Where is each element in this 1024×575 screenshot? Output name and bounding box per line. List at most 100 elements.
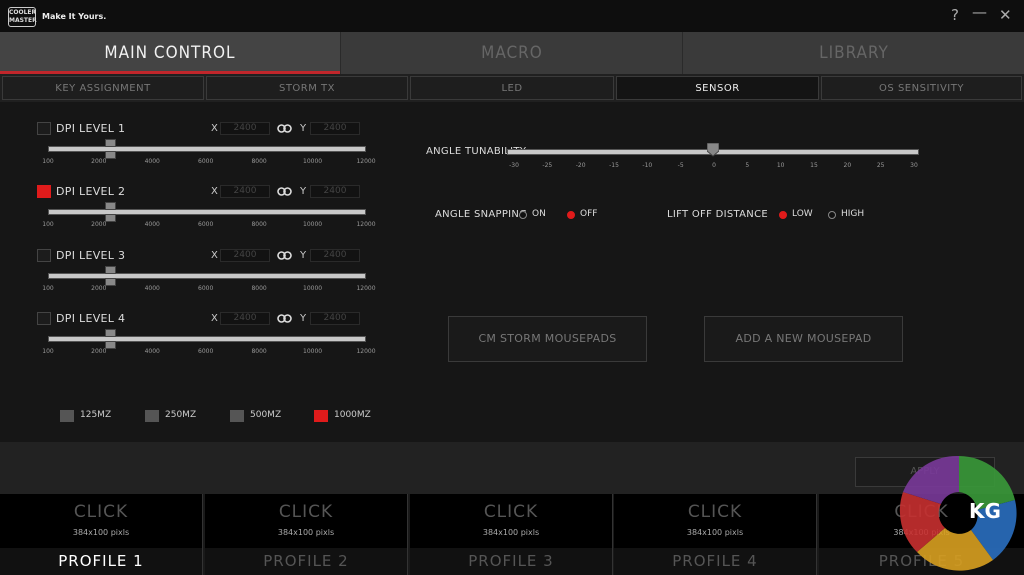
close-icon[interactable]: ✕ <box>999 6 1012 24</box>
kg-watermark-text: KG <box>969 499 1001 523</box>
dpi-level-checkbox[interactable] <box>37 185 51 198</box>
tab-library[interactable]: LIBRARY <box>684 32 1024 74</box>
lift-off-low-radio[interactable]: LOW <box>779 209 819 221</box>
tab-macro[interactable]: MACRO <box>342 32 683 74</box>
angle-tick-label: 5 <box>745 162 750 169</box>
dpi-slider-thumb[interactable] <box>105 266 117 286</box>
dpi-tick-label: 12000 <box>356 158 376 165</box>
title-bar: COOLER MASTER Make It Yours. ? — ✕ <box>0 0 1024 32</box>
dpi-level-checkbox[interactable] <box>37 122 51 135</box>
dpi-tick-label: 12000 <box>356 285 376 292</box>
polling-rate-500[interactable]: 500MZ <box>230 410 290 424</box>
dpi-level-row: DPI LEVEL 1 X 2400 Y 2400 100 2000 4000 600… <box>37 122 376 182</box>
dpi-x-input[interactable]: 2400 <box>220 312 270 325</box>
dpi-y-input[interactable]: 2400 <box>310 122 360 135</box>
dpi-level-row: DPI LEVEL 4 X 2400 Y 2400 100 2000 4000 600… <box>37 312 376 372</box>
dpi-tick-labels: 100 2000 4000 6000 8000 10000 12000 <box>42 348 375 356</box>
link-icon[interactable] <box>277 124 292 133</box>
dpi-tick-label: 2000 <box>91 348 107 355</box>
dpi-tick-label: 2000 <box>91 285 107 292</box>
dpi-y-input[interactable]: 2400 <box>310 185 360 198</box>
dpi-y-input[interactable]: 2400 <box>310 312 360 325</box>
radio-label: OFF <box>580 209 598 219</box>
dpi-slider-track[interactable] <box>48 273 366 279</box>
dpi-slider-track[interactable] <box>48 209 366 215</box>
polling-rate-label: 500MZ <box>250 410 282 420</box>
dpi-tick-label: 4000 <box>144 221 160 228</box>
angle-tunability-slider-thumb[interactable] <box>707 143 719 157</box>
dpi-slider-thumb[interactable] <box>105 139 117 159</box>
profile-image-placeholder: CLICK <box>278 502 334 522</box>
link-icon[interactable] <box>277 314 292 323</box>
y-axis-label: Y <box>300 250 307 261</box>
profile-slot-4[interactable]: CLICK 384x100 pixls PROFILE 4 <box>614 494 817 575</box>
angle-tick-label: -15 <box>609 162 619 169</box>
profile-slot-1[interactable]: CLICK 384x100 pixls PROFILE 1 <box>0 494 203 575</box>
subtab-led[interactable]: LED <box>410 76 614 100</box>
polling-rate-label: 1000MZ <box>334 410 371 420</box>
radio-label: HIGH <box>841 209 865 219</box>
dpi-x-input[interactable]: 2400 <box>220 122 270 135</box>
y-axis-label: Y <box>300 123 307 134</box>
x-axis-label: X <box>211 123 218 134</box>
angle-tick-label: -30 <box>509 162 519 169</box>
subtab-key-assignment[interactable]: KEY ASSIGNMENT <box>2 76 204 100</box>
dpi-tick-label: 100 <box>42 221 54 228</box>
angle-snapping-off-radio[interactable]: OFF <box>567 209 602 221</box>
dpi-tick-label: 4000 <box>144 285 160 292</box>
sub-tab-bar: KEY ASSIGNMENT STORM TX LED SENSOR OS SE… <box>0 74 1024 102</box>
dpi-tick-label: 10000 <box>303 285 323 292</box>
dpi-tick-label: 10000 <box>303 348 323 355</box>
dpi-level-checkbox[interactable] <box>37 249 51 262</box>
dpi-tick-label: 6000 <box>198 158 214 165</box>
profile-image-placeholder: CLICK <box>483 502 539 522</box>
link-icon[interactable] <box>277 187 292 196</box>
profile-name: PROFILE 4 <box>614 548 816 575</box>
dpi-x-input[interactable]: 2400 <box>220 185 270 198</box>
dpi-tick-label: 4000 <box>144 348 160 355</box>
polling-rate-125[interactable]: 125MZ <box>60 410 120 424</box>
dpi-tick-label: 4000 <box>144 158 160 165</box>
dpi-level-checkbox[interactable] <box>37 312 51 325</box>
polling-rate-swatch <box>60 410 74 422</box>
angle-snapping-on-radio[interactable]: ON <box>519 209 549 221</box>
link-icon[interactable] <box>277 251 292 260</box>
dpi-slider-track[interactable] <box>48 336 366 342</box>
angle-tick-label: 25 <box>876 162 885 169</box>
dpi-tick-label: 100 <box>42 348 54 355</box>
polling-rate-swatch <box>314 410 328 422</box>
dpi-tick-label: 10000 <box>303 221 323 228</box>
dpi-slider-thumb[interactable] <box>105 202 117 222</box>
minimize-icon[interactable]: — <box>972 3 987 21</box>
lift-off-high-radio[interactable]: HIGH <box>828 209 868 221</box>
cm-storm-mousepads-button[interactable]: CM STORM MOUSEPADS <box>448 316 647 362</box>
dpi-slider-track[interactable] <box>48 146 366 152</box>
subtab-storm-tx[interactable]: STORM TX <box>206 76 408 100</box>
profile-slot-3[interactable]: CLICK 384x100 pixls PROFILE 3 <box>410 494 613 575</box>
brand-tagline: Make It Yours. <box>42 12 107 21</box>
radio-dot <box>828 211 836 219</box>
polling-rate-250[interactable]: 250MZ <box>145 410 205 424</box>
dpi-tick-label: 10000 <box>303 158 323 165</box>
angle-tick-label: 30 <box>910 162 918 169</box>
dpi-slider-thumb[interactable] <box>105 329 117 349</box>
subtab-sensor[interactable]: SENSOR <box>616 76 819 100</box>
polling-rate-label: 125MZ <box>80 410 112 420</box>
x-axis-label: X <box>211 250 218 261</box>
dpi-y-input[interactable]: 2400 <box>310 249 360 262</box>
profile-image-size: 384x100 pixls <box>277 528 335 537</box>
dpi-tick-label: 100 <box>42 285 54 292</box>
dpi-level-row: DPI LEVEL 3 X 2400 Y 2400 100 2000 4000 600… <box>37 249 376 309</box>
angle-tick-label: 15 <box>810 162 818 169</box>
add-new-mousepad-button[interactable]: ADD A NEW MOUSEPAD <box>704 316 903 362</box>
help-icon[interactable]: ? <box>951 6 959 24</box>
polling-rate-label: 250MZ <box>165 410 197 420</box>
profile-slot-2[interactable]: CLICK 384x100 pixls PROFILE 2 <box>205 494 408 575</box>
dpi-tick-label: 12000 <box>356 221 376 228</box>
profile-image-placeholder: CLICK <box>73 502 129 522</box>
polling-rate-1000[interactable]: 1000MZ <box>314 410 374 424</box>
subtab-os-sensitivity[interactable]: OS SENSITIVITY <box>821 76 1022 100</box>
dpi-x-input[interactable]: 2400 <box>220 249 270 262</box>
tab-main-control[interactable]: MAIN CONTROL <box>0 32 341 74</box>
profile-bar: CLICK 384x100 pixls PROFILE 1 CLICK 384x… <box>0 494 1024 575</box>
